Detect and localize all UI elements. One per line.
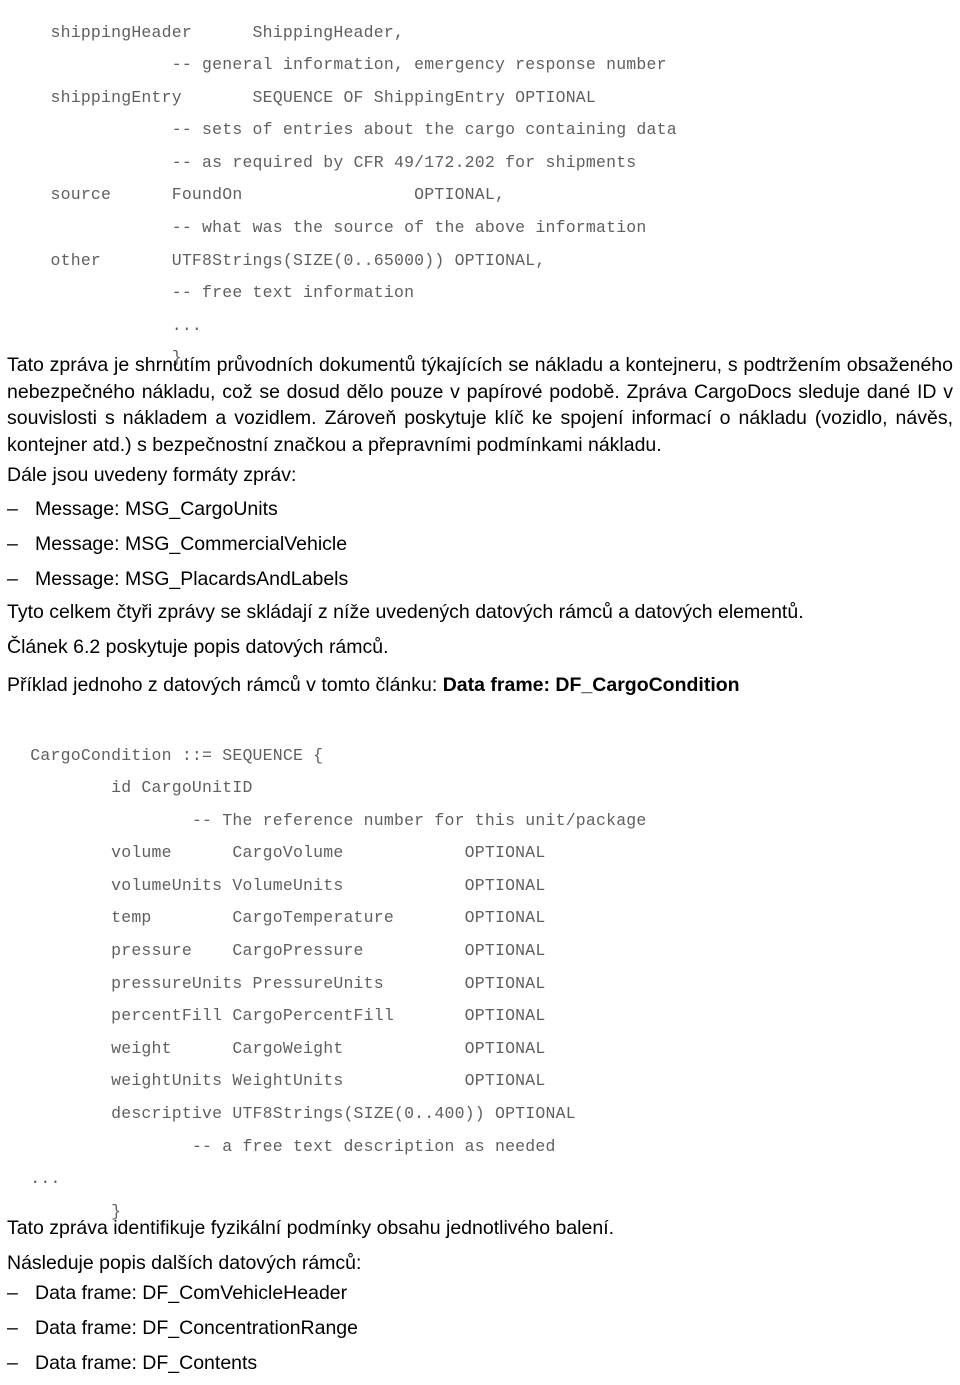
asn1-bottom-line: volumeUnits VolumeUnits OPTIONAL <box>0 875 546 895</box>
asn1-top-line: -- what was the source of the above info… <box>0 218 647 238</box>
asn1-code-block-cargocondition: CargoCondition ::= SEQUENCE { id CargoUn… <box>0 740 960 1229</box>
line-message-formats-intro: Dále jsou uvedeny formáty zpráv: <box>7 464 297 486</box>
bullet-dash-icon: – <box>7 533 18 555</box>
asn1-top-line: shippingHeader ShippingHeader, <box>0 22 405 42</box>
message-list-item: – Message: MSG_CargoUnits <box>7 496 907 531</box>
asn1-bottom-line: volume CargoVolume OPTIONAL <box>0 843 546 863</box>
asn1-bottom-line: CargoCondition ::= SEQUENCE { <box>0 745 324 765</box>
document-page: shippingHeader ShippingHeader, -- genera… <box>0 0 960 1379</box>
line-dataframe-example: Příklad jednoho z datových rámců v tomto… <box>7 672 937 699</box>
dataframe-list-item-label: Data frame: DF_Contents <box>35 1352 258 1374</box>
asn1-bottom-line: pressureUnits PressureUnits OPTIONAL <box>0 973 546 993</box>
bullet-dash-icon: – <box>7 1352 18 1374</box>
message-list-item-label: Message: MSG_CommercialVehicle <box>35 533 348 555</box>
asn1-bottom-line: -- a free text description as needed <box>0 1136 556 1156</box>
asn1-bottom-line: weightUnits WeightUnits OPTIONAL <box>0 1071 546 1091</box>
dataframe-example-title: Data frame: DF_CargoCondition <box>442 674 740 696</box>
asn1-code-block-top: shippingHeader ShippingHeader, -- genera… <box>0 17 960 376</box>
dataframe-list-item-label: Data frame: DF_ConcentrationRange <box>35 1317 358 1339</box>
message-list-item-label: Message: MSG_PlacardsAndLabels <box>35 568 349 590</box>
dataframe-example-prefix: Příklad jednoho z datových rámců v tomto… <box>7 674 443 696</box>
dataframe-list-item: – Data frame: DF_Contents <box>7 1350 907 1385</box>
bullet-dash-icon: – <box>7 498 18 520</box>
message-list-item: – Message: MSG_CommercialVehicle <box>7 531 907 566</box>
line-four-messages: Tyto celkem čtyři zprávy se skládají z n… <box>7 601 804 623</box>
asn1-top-line: -- general information, emergency respon… <box>0 55 667 75</box>
asn1-bottom-line: temp CargoTemperature OPTIONAL <box>0 908 546 928</box>
dataframe-list-item-label: Data frame: DF_ComVehicleHeader <box>35 1282 348 1304</box>
asn1-bottom-line: weight CargoWeight OPTIONAL <box>0 1038 546 1058</box>
paragraph-cargodocs-summary: Tato zpráva je shrnutím průvodních dokum… <box>7 354 953 456</box>
bullet-dash-icon: – <box>7 1282 18 1304</box>
asn1-bottom-line: -- The reference number for this unit/pa… <box>0 810 647 830</box>
asn1-top-line: ... <box>0 315 203 335</box>
line-article-reference: Článek 6.2 poskytuje popis datových rámc… <box>7 636 389 658</box>
asn1-bottom-line: percentFill CargoPercentFill OPTIONAL <box>0 1006 546 1026</box>
message-format-list: – Message: MSG_CargoUnits – Message: MSG_Co… <box>7 496 907 601</box>
asn1-bottom-line: ... <box>0 1169 61 1189</box>
asn1-top-line: other UTF8Strings(SIZE(0..65000)) OPTION… <box>0 250 546 270</box>
asn1-top-line: -- sets of entries about the cargo conta… <box>0 120 677 140</box>
asn1-bottom-line: descriptive UTF8Strings(SIZE(0..400)) OP… <box>0 1104 576 1124</box>
message-list-item-label: Message: MSG_CargoUnits <box>35 498 278 520</box>
message-list-item: – Message: MSG_PlacardsAndLabels <box>7 566 907 601</box>
dataframe-list-item: – Data frame: DF_ComVehicleHeader <box>7 1280 907 1315</box>
asn1-bottom-line: pressure CargoPressure OPTIONAL <box>0 941 546 961</box>
asn1-top-line: shippingEntry SEQUENCE OF ShippingEntry … <box>0 87 596 107</box>
dataframe-list: – Data frame: DF_ComVehicleHeader – Data fr… <box>7 1280 907 1385</box>
line-following-dataframes: Následuje popis dalších datových rámců: <box>7 1252 362 1274</box>
asn1-top-line: -- as required by CFR 49/172.202 for shi… <box>0 152 637 172</box>
dataframe-list-item: – Data frame: DF_ConcentrationRange <box>7 1315 907 1350</box>
line-message-identifies: Tato zpráva identifikuje fyzikální podmí… <box>7 1217 615 1239</box>
asn1-bottom-line: id CargoUnitID <box>0 778 253 798</box>
bullet-dash-icon: – <box>7 1317 18 1339</box>
asn1-top-line: source FoundOn OPTIONAL, <box>0 185 506 205</box>
asn1-top-line: -- free text information <box>0 283 415 303</box>
bullet-dash-icon: – <box>7 568 18 590</box>
